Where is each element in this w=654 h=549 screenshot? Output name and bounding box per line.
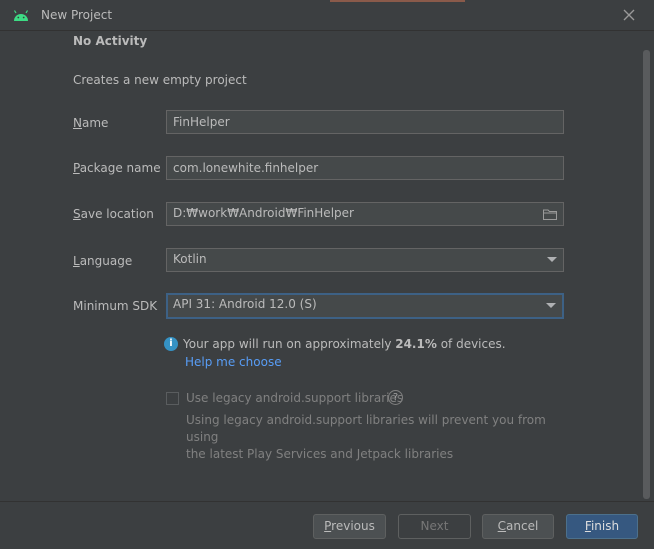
legacy-support-checkbox[interactable] [166, 392, 179, 405]
coverage-percent: 24.1% [395, 337, 437, 351]
package-name-input[interactable] [166, 156, 564, 180]
chevron-down-icon [546, 303, 556, 308]
background-window-strip [330, 0, 465, 2]
next-button[interactable]: Next [398, 514, 471, 539]
finish-button[interactable]: Finish [566, 514, 638, 539]
minimum-sdk-label: Minimum SDK [73, 299, 158, 313]
save-location-field[interactable]: D:₩work₩Android₩FinHelper [166, 202, 564, 226]
folder-icon[interactable] [543, 208, 557, 220]
scrollbar[interactable] [643, 50, 650, 499]
cancel-button[interactable]: Cancel [482, 514, 554, 539]
wizard-content: No Activity Creates a new empty project … [0, 31, 654, 501]
page-description: Creates a new empty project [73, 73, 247, 87]
legacy-support-note: Using legacy android.support libraries w… [186, 413, 546, 461]
android-icon [13, 10, 29, 21]
name-label: Name [73, 116, 109, 130]
close-icon [623, 9, 635, 21]
language-dropdown[interactable]: Kotlin [166, 248, 564, 272]
window-title: New Project [41, 8, 113, 22]
close-button[interactable] [618, 4, 640, 26]
language-label: Language [73, 254, 133, 268]
help-me-choose-link[interactable]: Help me choose [185, 355, 282, 369]
name-input[interactable] [166, 110, 564, 134]
device-coverage-text: Your app will run on approximately 24.1%… [183, 337, 506, 351]
button-bar: Previous Next Cancel Finish [0, 501, 654, 549]
minimum-sdk-value: API 31: Android 12.0 (S) [173, 297, 317, 311]
question-icon[interactable]: ? [388, 390, 403, 405]
package-name-label: Package name [73, 161, 161, 175]
previous-button[interactable]: Previous [313, 514, 386, 539]
minimum-sdk-dropdown[interactable]: API 31: Android 12.0 (S) [166, 293, 564, 319]
page-heading: No Activity [73, 34, 148, 48]
title-bar: New Project [0, 0, 654, 31]
info-icon: i [164, 337, 178, 351]
save-location-value: D:₩work₩Android₩FinHelper [173, 206, 354, 220]
language-value: Kotlin [173, 252, 207, 266]
legacy-support-label: Use legacy android.support libraries [186, 391, 404, 405]
save-location-label: Save location [73, 207, 154, 221]
chevron-down-icon [547, 257, 557, 262]
